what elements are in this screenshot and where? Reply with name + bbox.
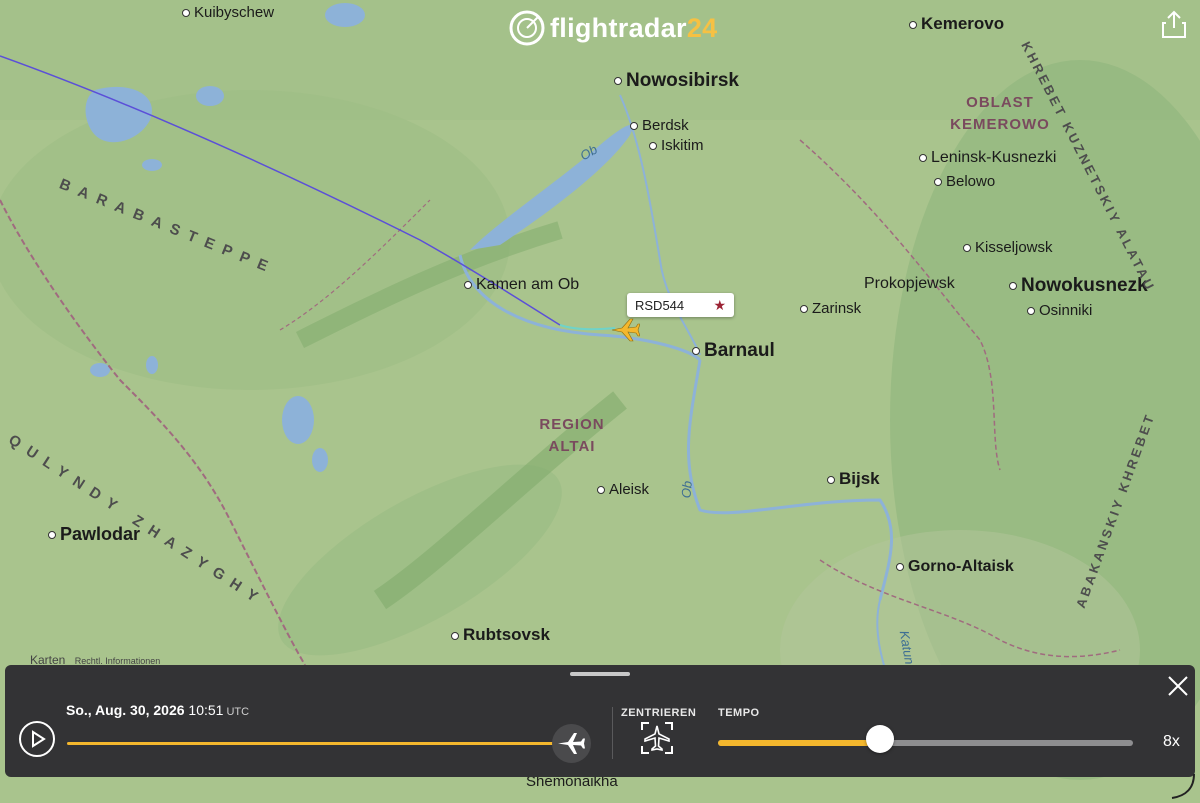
city-kuibyschew[interactable]: Kuibyschew [182, 4, 274, 21]
city-gorno-altaisk[interactable]: Gorno-Altaisk [896, 558, 1014, 576]
city-dot-icon [1009, 281, 1017, 290]
city-dot-icon [451, 631, 459, 640]
city-berdsk[interactable]: Berdsk [630, 117, 689, 134]
playback-panel: So., Aug. 30, 2026 10:51 UTC ZENTRIEREN T… [5, 665, 1195, 777]
city-dot-icon [649, 142, 657, 151]
city-zarinsk[interactable]: Zarinsk [800, 300, 861, 317]
city-pawlodar[interactable]: Pawlodar [48, 524, 140, 545]
city-iskitim[interactable]: Iskitim [649, 137, 704, 154]
flight-callsign-label[interactable]: RSD544 ★ [627, 293, 734, 317]
flightradar24-logo: flightradar 24 [508, 8, 717, 48]
city-dot-icon [597, 486, 605, 495]
city-barnaul[interactable]: Barnaul [692, 340, 775, 362]
city-dot-icon [630, 122, 638, 131]
close-icon[interactable] [1165, 673, 1191, 699]
city-belowo[interactable]: Belowo [934, 173, 995, 190]
playback-timezone: UTC [226, 706, 250, 718]
tempo-slider-fill [718, 740, 880, 746]
city-leninsk-kusnezki[interactable]: Leninsk-Kusnezki [919, 149, 1056, 167]
city-dot-icon [614, 76, 622, 85]
tempo-speed-value: 8x [1163, 733, 1180, 750]
timeline-track[interactable] [67, 742, 572, 745]
river-label-ob-south: Ob [678, 480, 695, 499]
brand-name: flightradar [550, 12, 687, 43]
city-kamen-am-ob[interactable]: Kamen am Ob [464, 276, 579, 294]
city-aleisk[interactable]: Aleisk [597, 481, 649, 498]
city-dot-icon [909, 20, 917, 29]
playback-time: 10:51 [188, 702, 224, 718]
resize-corner-icon [1171, 773, 1195, 799]
city-dot-icon [692, 346, 700, 355]
airplane-icon [558, 733, 585, 754]
play-button[interactable] [19, 721, 55, 757]
city-dot-icon [896, 562, 904, 571]
city-osinniki[interactable]: Osinniki [1027, 302, 1092, 319]
share-icon[interactable] [1160, 10, 1188, 40]
city-rubtsovsk[interactable]: Rubtsovsk [451, 625, 550, 645]
city-dot-icon [934, 178, 942, 187]
brand-number: 24 [686, 12, 718, 43]
tempo-slider-track[interactable] [718, 740, 1133, 746]
city-dot-icon [182, 9, 190, 18]
timeline-knob[interactable] [552, 724, 591, 763]
tempo-slider-knob[interactable] [865, 725, 894, 753]
tempo-label: TEMPO [718, 707, 760, 719]
city-prokopjewsk[interactable]: Prokopjewsk [864, 275, 955, 293]
radar-logo-icon [509, 10, 545, 46]
city-nowokusnezk[interactable]: Nowokusnezk [1009, 275, 1148, 297]
city-kisseljowsk[interactable]: Kisseljowsk [963, 239, 1053, 256]
city-dot-icon [827, 475, 835, 484]
play-icon [32, 730, 46, 748]
city-dot-icon [800, 305, 808, 314]
panel-divider [612, 707, 613, 759]
city-kemerovo[interactable]: Kemerovo [909, 14, 1004, 34]
center-label: ZENTRIEREN [621, 707, 697, 719]
center-aircraft-icon[interactable] [639, 720, 675, 756]
city-dot-icon [464, 280, 472, 289]
city-dot-icon [919, 153, 927, 162]
city-dot-icon [48, 531, 56, 540]
favorite-star-icon[interactable]: ★ [713, 297, 726, 314]
playback-date: So., Aug. 30, 2026 [66, 702, 185, 718]
region-label-altai: REGION ALTAI [539, 416, 605, 455]
city-dot-icon [963, 244, 971, 253]
panel-drag-handle[interactable] [570, 672, 630, 676]
aircraft-icon[interactable] [610, 316, 640, 344]
playback-datetime: So., Aug. 30, 2026 10:51 UTC [66, 702, 249, 718]
city-bijsk[interactable]: Bijsk [827, 469, 880, 489]
city-dot-icon [1027, 307, 1035, 316]
city-nowosibirsk[interactable]: Nowosibirsk [614, 70, 739, 92]
region-label-kemerowo: OBLAST KEMEROWO [950, 94, 1050, 133]
